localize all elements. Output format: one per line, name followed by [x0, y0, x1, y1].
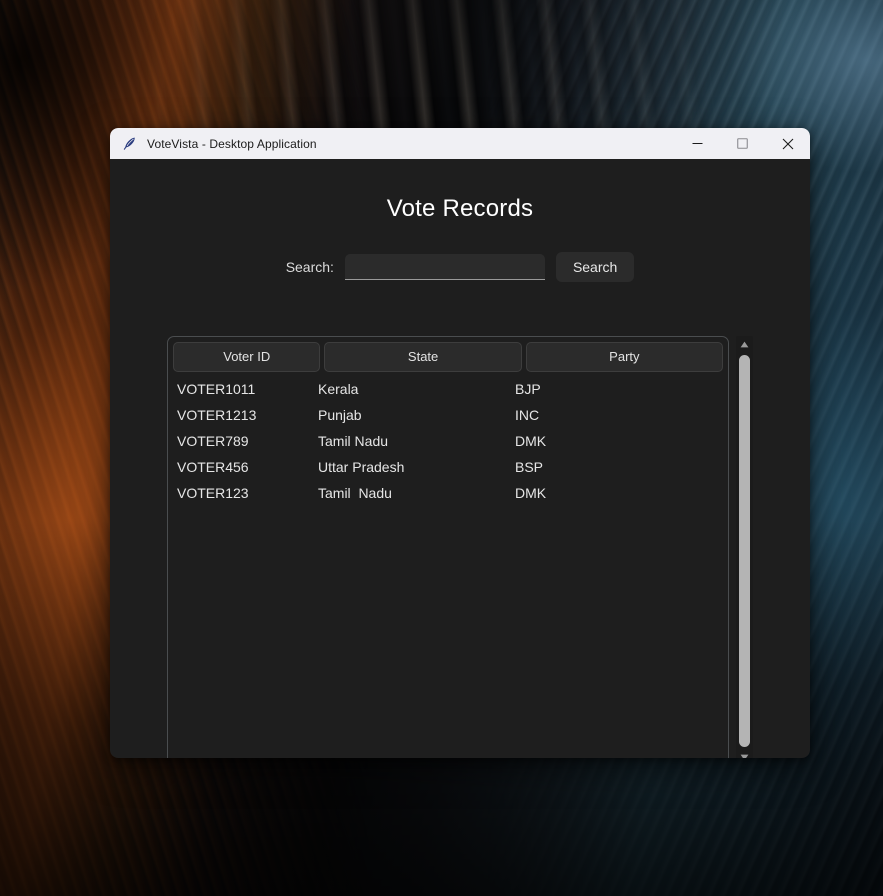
triangle-down-icon	[740, 754, 749, 758]
maximize-button[interactable]	[720, 128, 765, 159]
table-row[interactable]: VOTER1011 Kerala BJP	[168, 376, 728, 402]
title-bar[interactable]: VoteVista - Desktop Application	[110, 128, 810, 159]
cell-state: Tamil Nadu	[318, 485, 392, 501]
minimize-icon	[692, 143, 703, 144]
column-header-state[interactable]: State	[324, 342, 522, 372]
search-input[interactable]	[344, 254, 545, 280]
application-body: Vote Records Search: Search Voter ID Sta…	[110, 159, 810, 758]
column-header-party[interactable]: Party	[525, 342, 723, 372]
search-row: Search: Search	[110, 252, 810, 282]
window-title: VoteVista - Desktop Application	[147, 136, 317, 151]
table-body: VOTER1011 Kerala BJP VOTER1213 Punjab INC VOTE…	[168, 372, 728, 758]
close-button[interactable]	[765, 128, 810, 159]
cell-voter-id: VOTER123	[177, 485, 249, 501]
records-table: Voter ID State Party VOTER1011 Kerala BJP V…	[167, 336, 729, 758]
minimize-button[interactable]	[675, 128, 720, 159]
scrollbar-down-button[interactable]	[736, 749, 753, 758]
cell-voter-id: VOTER789	[177, 433, 249, 449]
feather-icon	[123, 137, 135, 150]
cell-state: Kerala	[318, 381, 359, 397]
cell-voter-id: VOTER456	[177, 459, 249, 475]
close-icon	[782, 138, 793, 149]
records-table-area: Voter ID State Party VOTER1011 Kerala BJP V…	[167, 336, 753, 758]
maximize-icon	[737, 138, 748, 149]
table-row[interactable]: VOTER789 Tamil Nadu DMK	[168, 428, 728, 454]
cell-voter-id: VOTER1011	[177, 381, 256, 397]
cell-party: INC	[515, 407, 540, 423]
cell-party: BSP	[515, 459, 544, 475]
triangle-up-icon	[740, 341, 749, 348]
scrollbar-track[interactable]	[736, 353, 753, 749]
scrollbar-thumb[interactable]	[739, 355, 750, 747]
cell-voter-id: VOTER1213	[177, 407, 257, 423]
cell-party: DMK	[515, 433, 547, 449]
cell-state: Punjab	[318, 407, 362, 423]
table-row[interactable]: VOTER123 Tamil Nadu DMK	[168, 480, 728, 506]
search-label: Search:	[285, 259, 334, 275]
table-header-row: Voter ID State Party	[168, 337, 728, 372]
cell-party: BJP	[515, 381, 541, 397]
column-header-voter-id[interactable]: Voter ID	[173, 342, 321, 372]
scrollbar-up-button[interactable]	[736, 336, 753, 353]
desktop-background: VoteVista - Desktop Application Vote Rec…	[0, 0, 883, 896]
page-title: Vote Records	[386, 195, 534, 222]
search-button[interactable]: Search	[555, 252, 635, 282]
cell-party: DMK	[515, 485, 547, 501]
window-controls	[675, 128, 810, 159]
table-scrollbar[interactable]	[736, 336, 753, 758]
cell-state: Uttar Pradesh	[318, 459, 405, 475]
table-row[interactable]: VOTER1213 Punjab INC	[168, 402, 728, 428]
table-row[interactable]: VOTER456 Uttar Pradesh BSP	[168, 454, 728, 480]
application-window: VoteVista - Desktop Application Vote Rec…	[110, 128, 810, 758]
cell-state: Tamil Nadu	[318, 433, 389, 449]
